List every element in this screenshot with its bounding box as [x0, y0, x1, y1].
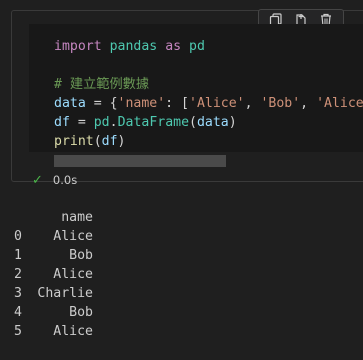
horizontal-scrollbar[interactable] [54, 155, 226, 167]
code-line-4: data = {'name': ['Alice', 'Bob', 'Alice'… [54, 96, 363, 111]
cell-output: name 0 Alice 1 Bob 2 Alice 3 Charlie 4 Bob 5A… [0, 186, 363, 339]
output-header: name [61, 210, 93, 225]
output-row: 3 Charlie [14, 286, 93, 301]
code-line-5: df = pd.DataFrame(data) [54, 115, 237, 130]
output-row: 2 Alice [14, 267, 93, 282]
code-line-6: print(df) [54, 134, 126, 149]
execution-time: 0.0s [52, 173, 78, 187]
code-line-1: import pandas as pd [54, 39, 205, 54]
output-row: 4 Bob [14, 305, 93, 320]
code-comment: # 建立範例數據 [54, 77, 150, 92]
notebook-cell[interactable]: import pandas as pd # 建立範例數據 data = {'na… [11, 9, 363, 188]
output-row: 1 Bob [14, 248, 93, 263]
output-row: 0 Alice [14, 229, 93, 244]
code-editor[interactable]: import pandas as pd # 建立範例數據 data = {'na… [29, 24, 363, 152]
output-row: 5 Alice [14, 324, 93, 339]
